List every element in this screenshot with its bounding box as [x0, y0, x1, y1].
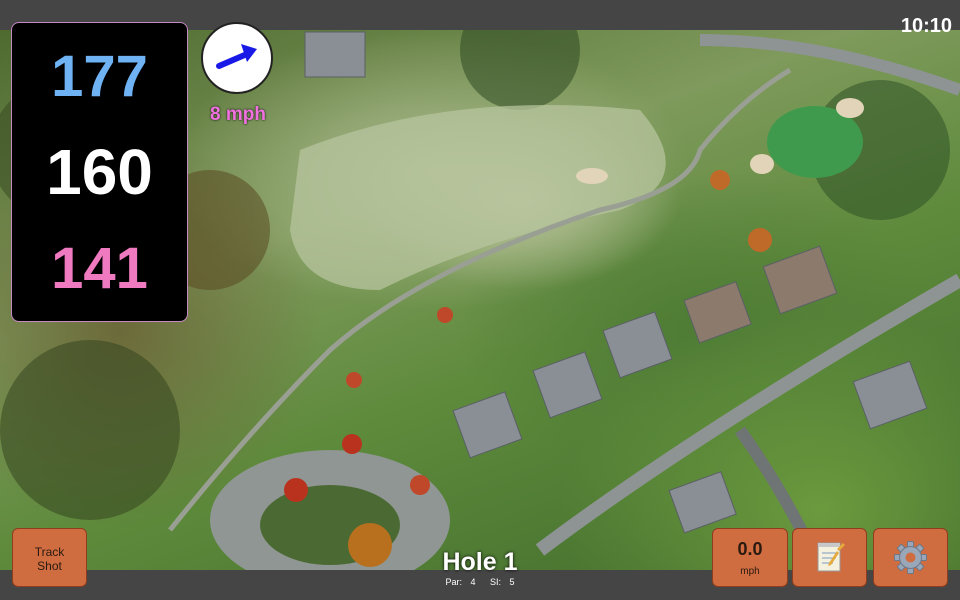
track-shot-label-line2: Shot	[37, 559, 62, 573]
hole-info: Par: 4 SI: 5	[380, 577, 580, 587]
settings-button[interactable]	[873, 528, 948, 587]
distance-middle: 160	[46, 136, 153, 208]
wind-speed: 8 mph	[210, 104, 266, 125]
si-value: 5	[509, 577, 515, 587]
arrow-right-icon	[216, 44, 257, 69]
notepad-icon	[817, 542, 845, 572]
hole-title: Hole 1	[442, 548, 518, 576]
distance-front: 141	[51, 236, 148, 301]
wind-indicator	[201, 22, 273, 94]
speed-value: 0.0	[737, 539, 763, 559]
par-label: Par:	[445, 577, 462, 587]
par-value: 4	[470, 577, 476, 587]
distance-panel: 177 160 141	[11, 22, 188, 322]
gear-icon	[894, 541, 927, 574]
speed-button[interactable]: 0.0 mph	[712, 528, 788, 587]
track-shot-button[interactable]: Track Shot	[12, 528, 87, 587]
speed-unit: mph	[740, 566, 760, 577]
notes-button[interactable]	[792, 528, 867, 587]
clock: 10:10	[900, 15, 952, 37]
track-shot-label-line1: Track	[34, 545, 65, 559]
distance-back: 177	[51, 44, 148, 109]
si-label: SI:	[490, 577, 502, 587]
